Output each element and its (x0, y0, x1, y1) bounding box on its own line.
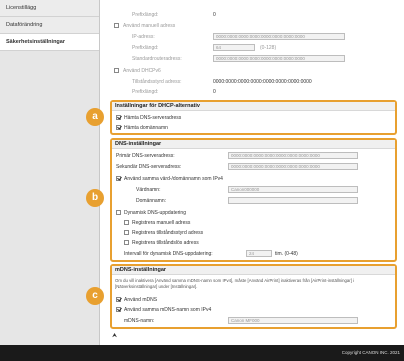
dynamic-dns-row: Dynamisk DNS-uppdatering (116, 209, 316, 217)
get-domain-checkbox[interactable] (116, 125, 121, 130)
prefix2-label: Prefixlängd: (132, 89, 159, 95)
get-domain-row: Hämta domännamn (116, 124, 316, 132)
prefix-length-label: Prefixlängd: (132, 12, 159, 18)
mdns-settings-section: mDNS-inställningar Om du vill inaktivera… (110, 264, 397, 329)
sidebar-item-security[interactable]: Säkerhetsinställningar (0, 34, 99, 51)
get-dns-label: Hämta DNS-serveradress (124, 115, 182, 121)
use-dhcpv6-label: Använd DHCPv6 (123, 68, 161, 74)
ip-address-label: IP-adress: (132, 34, 155, 40)
dns-settings-section: DNS-inställningar Primär DNS-serveradres… (110, 138, 397, 262)
mdns-name-row: mDNS-namn: (124, 317, 224, 325)
same-host-row: Använd samma värd-/domännamn som IPv4 (116, 175, 316, 183)
stateful-address-value: 0000:0000:0000:0000:0000:0000:0000:0000 (213, 79, 312, 85)
interval-unit-row: tim. (0-48) (275, 250, 335, 258)
reg-manual-row: Registrera manuell adress (124, 219, 324, 227)
prefix-input[interactable]: 64 (213, 44, 255, 51)
use-mdns-checkbox[interactable] (116, 297, 121, 302)
dhcp-options-title: Inställningar för DHCP-alternativ (112, 102, 395, 111)
callout-badge-b: b (86, 189, 104, 207)
footer: Copyright CANON INC. 2021 (0, 345, 404, 361)
prefix-length-value: 0 (213, 12, 216, 18)
prefix-range: (0-128) (260, 45, 277, 51)
reg-stateful-row: Registrera tillståndsstyrd adress (124, 229, 324, 237)
use-manual-address-row: Använd manuell adress (114, 22, 294, 30)
use-manual-address-checkbox[interactable] (114, 23, 119, 28)
scroll-top-icon[interactable]: ⮝ (112, 333, 117, 340)
reg-manual-label: Registrera manuell adress (132, 220, 191, 226)
prefix-length-row: Prefixlängd: 0 (132, 11, 292, 19)
mdns-name-label: mDNS-namn: (124, 318, 155, 324)
dhcp-options-section: Inställningar för DHCP-alternativ Hämta … (110, 100, 397, 135)
default-router-input[interactable]: 0000:0000:0000:0000:0000:0000:0000:0000 (213, 55, 345, 62)
reg-stateless-checkbox[interactable] (124, 240, 129, 245)
same-host-checkbox[interactable] (116, 176, 121, 181)
hostname-input[interactable]: Canon000000 (228, 186, 358, 193)
sidebar-item-data-management[interactable]: Dataförändring (0, 17, 99, 34)
callout-badge-c: c (86, 287, 104, 305)
use-mdns-label: Använd mDNS (124, 297, 158, 303)
interval-unit: tim. (0-48) (275, 251, 298, 257)
same-host-label: Använd samma värd-/domännamn som IPv4 (124, 176, 223, 182)
ip-address-input[interactable]: 0000:0000:0000:0000:0000:0000:0000:0000 (213, 33, 345, 40)
get-dns-row: Hämta DNS-serveradress (116, 114, 316, 122)
mdns-name-input[interactable]: Canon MF000 (228, 317, 358, 324)
use-dhcpv6-checkbox[interactable] (114, 68, 119, 73)
get-domain-label: Hämta domännamn (124, 125, 168, 131)
domain-label: Domännamn: (136, 198, 167, 204)
sidebar: Licenstillägg Dataförändring Säkerhetsin… (0, 0, 100, 345)
domain-row: Domännamn: (136, 197, 226, 205)
copyright-text: Copyright CANON INC. 2021 (341, 350, 400, 355)
primary-dns-input[interactable]: 0000:0000:0000:0000:0000:0000:0000:0000 (228, 152, 358, 159)
dns-settings-title: DNS-inställningar (112, 140, 395, 149)
secondary-dns-input[interactable]: 0000:0000:0000:0000:0000:0000:0000:0000 (228, 163, 358, 170)
use-manual-address-label: Använd manuell adress (123, 23, 176, 29)
hostname-label: Värdnamn: (136, 187, 161, 193)
default-router-label: Standardrouteradress: (132, 56, 182, 62)
reg-manual-checkbox[interactable] (124, 220, 129, 225)
secondary-dns-row: Sekundär DNS-serveradress: (116, 163, 226, 171)
dynamic-dns-label: Dynamisk DNS-uppdatering (124, 210, 186, 216)
same-mdns-checkbox[interactable] (116, 307, 121, 312)
mdns-settings-title: mDNS-inställningar (112, 266, 395, 275)
same-mdns-label: Använd samma mDNS-namn som IPv4 (124, 307, 212, 313)
mdns-description: Om du vill inaktivera [Använd samma mDNS… (115, 278, 355, 289)
interval-row: Intervall för dynamisk DNS-uppdatering: (124, 250, 244, 258)
get-dns-checkbox[interactable] (116, 115, 121, 120)
prefix-label: Prefixlängd: (132, 45, 159, 51)
prefix2-value: 0 (213, 89, 216, 95)
reg-stateless-row: Registrera tillståndslös adress (124, 239, 324, 247)
interval-label: Intervall för dynamisk DNS-uppdatering: (124, 251, 213, 257)
domain-input[interactable] (228, 197, 358, 204)
reg-stateful-checkbox[interactable] (124, 230, 129, 235)
callout-badge-a: a (86, 108, 104, 126)
hostname-row: Värdnamn: (136, 186, 226, 194)
interval-input[interactable]: 24 (246, 250, 272, 257)
prefix-row: Prefixlängd: (0-128) (132, 44, 392, 52)
reg-stateful-label: Registrera tillståndsstyrd adress (132, 230, 204, 236)
secondary-dns-label: Sekundär DNS-serveradress: (116, 164, 182, 170)
use-dhcpv6-row: Använd DHCPv6 (114, 67, 294, 75)
prefix2-row: Prefixlängd: 0 (132, 88, 292, 96)
primary-dns-label: Primär DNS-serveradress: (116, 153, 175, 159)
use-mdns-row: Använd mDNS (116, 296, 316, 304)
primary-dns-row: Primär DNS-serveradress: (116, 152, 226, 160)
same-mdns-row: Använd samma mDNS-namn som IPv4 (116, 306, 316, 314)
dynamic-dns-checkbox[interactable] (116, 210, 121, 215)
reg-stateless-label: Registrera tillståndslös adress (132, 240, 199, 246)
sidebar-item-license[interactable]: Licenstillägg (0, 0, 99, 17)
stateful-address-row: Tillståndsstyrd adress: 0000:0000:0000:0… (132, 78, 392, 86)
stateful-address-label: Tillståndsstyrd adress: (132, 79, 182, 85)
